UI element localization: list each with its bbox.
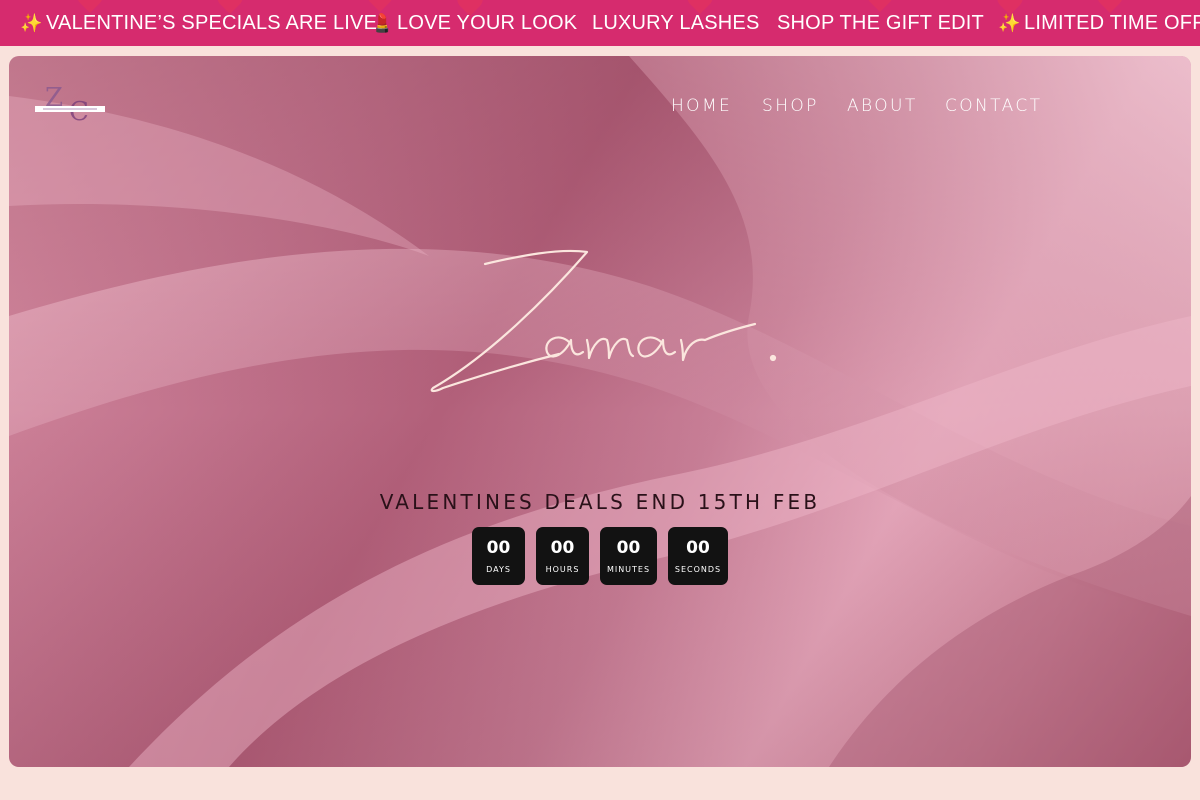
announcement-item: ✨ LIMITED TIME OFFE <box>998 12 1200 34</box>
countdown-hours: 00 HOURS <box>536 527 589 585</box>
satin-background-image <box>9 56 1191 767</box>
countdown-minutes: 00 MINUTES <box>600 527 657 585</box>
nav-contact[interactable]: CONTACT <box>945 94 1055 118</box>
nav-about[interactable]: ABOUT <box>847 94 945 118</box>
marquee-track: ✨ VALENTINE’S SPECIALS ARE LIVE! 💄 LOVE YO… <box>0 0 1200 46</box>
nav-home[interactable]: HOME <box>671 94 762 118</box>
brand-logo[interactable]: Z C <box>33 76 107 124</box>
countdown-seconds: 00 SECONDS <box>668 527 728 585</box>
announcement-item: LUXURY LASHES <box>592 12 760 34</box>
announcement-item: 💄 LOVE YOUR LOOK <box>371 12 578 34</box>
announcement-bar: ✨ VALENTINE’S SPECIALS ARE LIVE! 💄 LOVE YO… <box>0 0 1200 46</box>
main-nav: HOME SHOP ABOUT CONTACT <box>671 94 1055 118</box>
announcement-item: SHOP THE GIFT EDIT <box>777 12 984 34</box>
nav-shop[interactable]: SHOP <box>762 94 847 118</box>
sparkles-icon: ✨ <box>998 13 1021 33</box>
hero-section: Z C HOME SHOP ABOUT CONTACT VALENTINES D… <box>9 56 1191 767</box>
lipstick-icon: 💄 <box>371 13 394 33</box>
brand-script-title <box>430 249 777 393</box>
announcement-item: ✨ VALENTINE’S SPECIALS ARE LIVE! <box>20 12 383 34</box>
sparkles-icon: ✨ <box>20 13 43 33</box>
countdown-heading: VALENTINES DEALS END 15TH FEB <box>379 490 821 514</box>
countdown-days: 00 DAYS <box>472 527 525 585</box>
countdown-timer: 00 DAYS 00 HOURS 00 MINUTES 00 SECONDS <box>9 527 1191 585</box>
